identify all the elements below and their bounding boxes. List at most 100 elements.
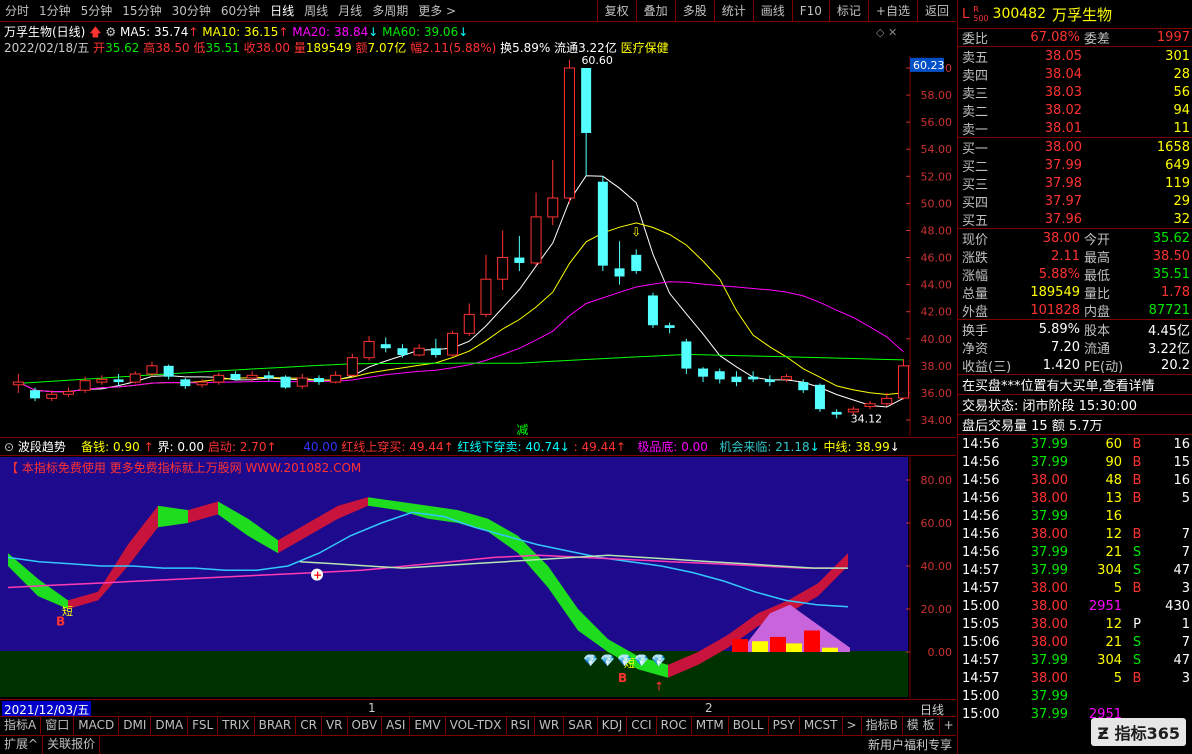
period-tab-4[interactable]: 30分钟: [167, 0, 216, 22]
candle-body-up[interactable]: [62, 391, 74, 395]
candle-body-down[interactable]: [263, 375, 274, 379]
indicator-tab-8[interactable]: CR: [296, 717, 322, 734]
tool-button-6[interactable]: 标记: [828, 0, 868, 22]
tool-button-1[interactable]: 叠加: [635, 0, 675, 22]
sells-row[interactable]: 卖二 38.02 94: [958, 101, 1192, 120]
candle-body-down[interactable]: [163, 365, 174, 377]
period-tab-1[interactable]: 1分钟: [34, 0, 76, 22]
candle-body-down[interactable]: [614, 268, 625, 277]
period-tab-9[interactable]: 多周期: [367, 0, 413, 22]
tool-button-8[interactable]: 返回: [916, 0, 956, 22]
sector-link[interactable]: 医疗保健: [621, 41, 669, 55]
candle-body-up[interactable]: [413, 347, 425, 356]
candle-body-down[interactable]: [631, 254, 642, 272]
sells-row[interactable]: 卖四 38.04 28: [958, 65, 1192, 84]
candle-body-down[interactable]: [647, 295, 658, 326]
candle-body-down[interactable]: [764, 379, 775, 383]
indicator-tab-2[interactable]: MACD: [74, 717, 120, 734]
buys-row[interactable]: 买四 37.97 29: [958, 192, 1192, 211]
indicator-tab-27[interactable]: +: [940, 717, 959, 734]
promo-link[interactable]: 新用户福利专享: [864, 736, 956, 754]
indicator-tab-17[interactable]: KDJ: [598, 717, 628, 734]
candle-body-up[interactable]: [363, 340, 375, 359]
period-tab-6[interactable]: 日线: [265, 0, 299, 22]
candle-body-up[interactable]: [96, 378, 108, 383]
indicator-tab-4[interactable]: DMA: [151, 717, 189, 734]
candle-body-up[interactable]: [146, 365, 158, 375]
candle-body-down[interactable]: [581, 68, 592, 133]
candle-body-down[interactable]: [514, 257, 525, 263]
indicator-tab-23[interactable]: MCST: [800, 717, 843, 734]
candle-body-down[interactable]: [714, 371, 725, 380]
indicator-tab-10[interactable]: OBV: [348, 717, 383, 734]
period-tab-0[interactable]: 分时: [0, 0, 34, 22]
period-tab-3[interactable]: 15分钟: [117, 0, 166, 22]
indicator-tab-1[interactable]: 窗口: [41, 717, 75, 734]
candle-body-up[interactable]: [129, 373, 141, 383]
candle-body-down[interactable]: [380, 344, 391, 349]
expand-button[interactable]: 扩展^: [0, 736, 44, 754]
indicator-tab-26[interactable]: 模 板: [903, 717, 940, 734]
candle-body-up[interactable]: [463, 313, 475, 334]
candle-body-down[interactable]: [681, 341, 692, 369]
candle-body-down[interactable]: [313, 378, 324, 383]
indicator-tab-11[interactable]: ASI: [382, 717, 411, 734]
period-tab-7[interactable]: 周线: [299, 0, 333, 22]
sells-row[interactable]: 卖一 38.01 11: [958, 119, 1192, 138]
candle-body-down[interactable]: [664, 325, 675, 328]
related-quote-button[interactable]: 关联报价: [43, 736, 101, 754]
candle-body-up[interactable]: [213, 374, 225, 383]
period-tab-10[interactable]: 更多 >: [413, 0, 461, 22]
chart-controls[interactable]: ◇ ✕: [876, 26, 897, 39]
indicator-tab-18[interactable]: CCI: [627, 717, 657, 734]
candle-body-down[interactable]: [831, 411, 842, 415]
indicator-tab-7[interactable]: BRAR: [255, 717, 297, 734]
candle-body-up[interactable]: [296, 377, 308, 387]
candle-body-up[interactable]: [12, 381, 24, 386]
candle-body-down[interactable]: [430, 348, 441, 356]
candle-body-up[interactable]: [497, 257, 509, 280]
indicator-tab-20[interactable]: MTM: [692, 717, 729, 734]
indicator-chart[interactable]: 80.0060.0040.0020.000.00B短B短💎 💎 💎 💎 💎+↑↓: [0, 457, 956, 698]
indicator-tab-5[interactable]: FSL: [188, 717, 219, 734]
indicator-tab-15[interactable]: WR: [535, 717, 565, 734]
candle-body-down[interactable]: [748, 376, 759, 380]
tool-button-5[interactable]: F10: [791, 0, 829, 22]
candle-body-up[interactable]: [530, 216, 542, 264]
period-tab-2[interactable]: 5分钟: [76, 0, 118, 22]
candle-body-up[interactable]: [46, 393, 58, 399]
candle-body-up[interactable]: [864, 403, 876, 407]
indicator-tab-3[interactable]: DMI: [119, 717, 152, 734]
indicator-tab-22[interactable]: PSY: [769, 717, 800, 734]
candle-body-up[interactable]: [881, 397, 893, 405]
tool-button-4[interactable]: 画线: [752, 0, 792, 22]
buys-row[interactable]: 买五 37.96 32: [958, 210, 1192, 229]
candle-body-up[interactable]: [246, 374, 258, 379]
tool-button-7[interactable]: +自选: [867, 0, 917, 22]
buys-row[interactable]: 买三 37.98 119: [958, 174, 1192, 193]
big-order-notice[interactable]: 在买盘***位置有大买单,查看详情: [958, 374, 1192, 394]
candle-body-down[interactable]: [230, 373, 241, 380]
candle-body-down[interactable]: [30, 390, 41, 399]
candle-body-down[interactable]: [180, 379, 191, 387]
candle-body-up[interactable]: [781, 376, 793, 380]
sells-row[interactable]: 卖三 38.03 56: [958, 83, 1192, 102]
period-tab-8[interactable]: 月线: [333, 0, 367, 22]
candle-body-down[interactable]: [113, 379, 124, 383]
candle-body-up[interactable]: [897, 365, 909, 399]
candle-body-down[interactable]: [698, 368, 709, 377]
candle-body-up[interactable]: [480, 278, 492, 315]
indicator-tab-24[interactable]: >: [843, 717, 862, 734]
indicator-tab-13[interactable]: VOL-TDX: [446, 717, 507, 734]
candle-body-up[interactable]: [447, 332, 459, 356]
candle-body-up[interactable]: [563, 67, 575, 199]
candle-body-up[interactable]: [330, 374, 342, 383]
buys-row[interactable]: 买二 37.99 649: [958, 156, 1192, 175]
settings-icon[interactable]: ⚙: [105, 25, 116, 39]
indicator-tab-25[interactable]: 指标B: [862, 717, 903, 734]
period-tab-5[interactable]: 60分钟: [216, 0, 265, 22]
indicator-tab-6[interactable]: TRIX: [218, 717, 255, 734]
indicator-name[interactable]: 波段趋势: [18, 440, 66, 454]
indicator-tab-0[interactable]: 指标A: [0, 717, 42, 734]
candle-body-down[interactable]: [814, 384, 825, 410]
